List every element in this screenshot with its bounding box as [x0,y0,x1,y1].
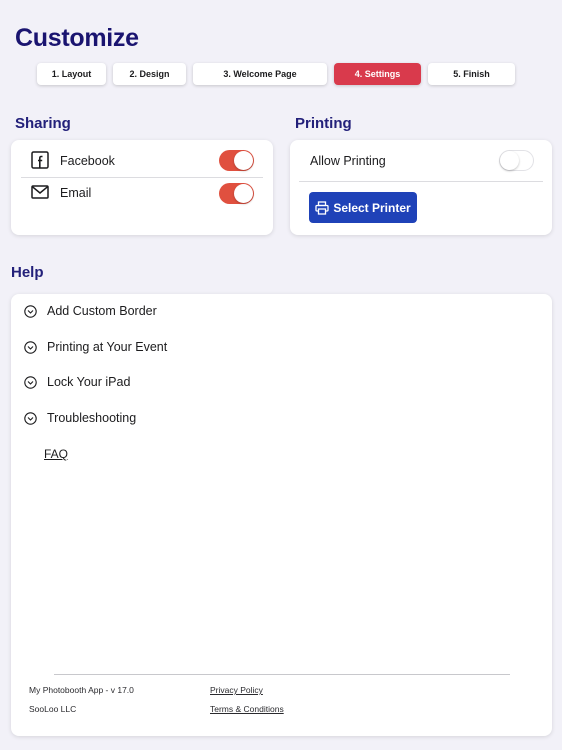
allow-printing-label: Allow Printing [310,154,386,168]
facebook-icon [31,151,49,169]
printing-card: Allow Printing Select Printer [290,140,552,235]
help-item-lock-your-ipad[interactable]: Lock Your iPad [24,375,130,389]
help-card: Add Custom Border Printing at Your Event… [11,294,552,736]
divider [21,177,263,178]
select-printer-button[interactable]: Select Printer [309,192,417,223]
faq-link[interactable]: FAQ [44,447,68,461]
sharing-card: Facebook Email [11,140,273,235]
sharing-title: Sharing [15,115,71,132]
terms-conditions-link[interactable]: Terms & Conditions [210,704,284,714]
help-item-add-custom-border[interactable]: Add Custom Border [24,304,157,318]
tab-finish[interactable]: 5. Finish [428,63,515,85]
envelope-icon [31,185,49,199]
help-item-printing-at-your-event[interactable]: Printing at Your Event [24,340,167,354]
tab-design[interactable]: 2. Design [113,63,186,85]
printing-title: Printing [295,115,352,132]
chevron-down-circle-icon [24,411,37,425]
help-item-label: Add Custom Border [47,304,157,318]
help-item-troubleshooting[interactable]: Troubleshooting [24,411,136,425]
tab-welcome-page[interactable]: 3. Welcome Page [193,63,327,85]
email-toggle[interactable] [219,183,254,204]
chevron-down-circle-icon [24,375,37,389]
facebook-toggle[interactable] [219,150,254,171]
company-name: SooLoo LLC [29,704,77,714]
page-title: Customize [15,24,139,52]
step-tabs: 1. Layout 2. Design 3. Welcome Page 4. S… [0,63,562,85]
tab-settings[interactable]: 4. Settings [334,63,421,85]
chevron-down-circle-icon [24,340,37,354]
allow-printing-toggle[interactable] [499,150,534,171]
facebook-label: Facebook [60,154,115,168]
chevron-down-circle-icon [24,304,37,318]
help-item-label: Lock Your iPad [47,375,131,389]
footer-divider [54,674,510,675]
help-title: Help [11,264,44,281]
help-item-label: Printing at Your Event [47,340,168,354]
divider [299,181,543,182]
email-label: Email [60,186,92,200]
app-version: My Photobooth App - v 17.0 [29,685,134,695]
select-printer-label: Select Printer [333,200,411,215]
printer-icon [315,200,329,215]
tab-layout[interactable]: 1. Layout [37,63,106,85]
help-item-label: Troubleshooting [47,411,137,425]
privacy-policy-link[interactable]: Privacy Policy [210,685,263,695]
